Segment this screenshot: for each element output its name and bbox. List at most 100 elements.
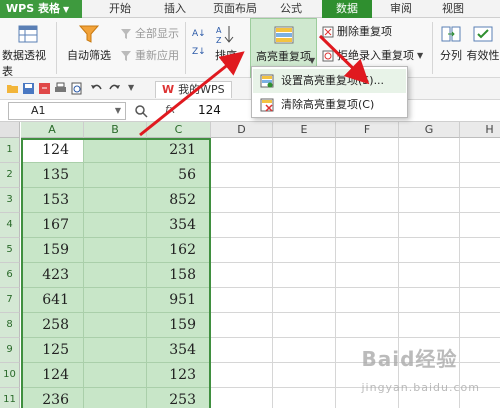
menu-item-clear-highlight[interactable]: 清除高亮重复项(C) xyxy=(253,93,406,117)
cell-d6[interactable] xyxy=(211,263,273,288)
column-header-a[interactable]: A xyxy=(21,122,84,138)
row-header-4[interactable]: 4 xyxy=(0,213,20,238)
cell-c2[interactable]: 56 xyxy=(147,163,211,188)
cell-f7[interactable] xyxy=(336,288,399,313)
folder-icon[interactable] xyxy=(6,82,19,95)
tab-review[interactable]: 审阅 xyxy=(380,0,422,18)
row-header-5[interactable]: 5 xyxy=(0,238,20,263)
app-menu-button[interactable]: WPS 表格 ▼ xyxy=(0,0,82,18)
cell-b9[interactable] xyxy=(84,338,147,363)
cell-c8[interactable]: 159 xyxy=(147,313,211,338)
cell-a10[interactable]: 124 xyxy=(21,363,84,388)
column-header-h[interactable]: H xyxy=(460,122,500,138)
cell-f6[interactable] xyxy=(336,263,399,288)
show-all-button[interactable]: 全部显示 xyxy=(120,26,179,42)
cell-e9[interactable] xyxy=(273,338,336,363)
cell-b2[interactable] xyxy=(84,163,147,188)
tab-data[interactable]: 数据 xyxy=(322,0,372,18)
cell-a9[interactable]: 125 xyxy=(21,338,84,363)
cell-f3[interactable] xyxy=(336,188,399,213)
cell-d10[interactable] xyxy=(211,363,273,388)
row-header-11[interactable]: 11 xyxy=(0,388,20,408)
cell-d11[interactable] xyxy=(211,388,273,408)
cell-c3[interactable]: 852 xyxy=(147,188,211,213)
column-header-b[interactable]: B xyxy=(84,122,147,138)
undo-icon[interactable] xyxy=(90,82,103,95)
cell-a11[interactable]: 236 xyxy=(21,388,84,408)
auto-filter-button[interactable]: 自动筛选 xyxy=(66,24,112,63)
reapply-button[interactable]: 重新应用 xyxy=(120,48,179,64)
formula-input[interactable]: 124 xyxy=(198,103,221,117)
cell-g1[interactable] xyxy=(399,138,460,163)
cell-f4[interactable] xyxy=(336,213,399,238)
row-header-2[interactable]: 2 xyxy=(0,163,20,188)
cell-a6[interactable]: 423 xyxy=(21,263,84,288)
select-all-corner[interactable] xyxy=(0,122,20,138)
cell-b7[interactable] xyxy=(84,288,147,313)
cell-a4[interactable]: 167 xyxy=(21,213,84,238)
cell-c5[interactable]: 162 xyxy=(147,238,211,263)
cell-a2[interactable]: 135 xyxy=(21,163,84,188)
cell-d2[interactable] xyxy=(211,163,273,188)
tab-insert[interactable]: 插入 xyxy=(155,0,195,18)
cell-d9[interactable] xyxy=(211,338,273,363)
cell-b10[interactable] xyxy=(84,363,147,388)
validity-button[interactable]: 有效性 xyxy=(466,24,500,63)
print-icon[interactable] xyxy=(54,82,67,95)
cell-d7[interactable] xyxy=(211,288,273,313)
cell-b4[interactable] xyxy=(84,213,147,238)
cell-f8[interactable] xyxy=(336,313,399,338)
document-tab[interactable]: W 我的WPS xyxy=(155,81,232,98)
sort-descending-button[interactable]: Z↓ xyxy=(192,42,207,58)
cell-a3[interactable]: 153 xyxy=(21,188,84,213)
cell-f2[interactable] xyxy=(336,163,399,188)
print-preview-icon[interactable] xyxy=(70,82,83,95)
column-header-e[interactable]: E xyxy=(273,122,336,138)
chevron-down-icon[interactable]: ▼ xyxy=(128,83,134,92)
cell-e1[interactable] xyxy=(273,138,336,163)
cell-g2[interactable] xyxy=(399,163,460,188)
cell-a8[interactable]: 258 xyxy=(21,313,84,338)
row-header-9[interactable]: 9 xyxy=(0,338,20,363)
cell-h8[interactable] xyxy=(460,313,500,338)
cell-d1[interactable] xyxy=(211,138,273,163)
cell-h7[interactable] xyxy=(460,288,500,313)
reject-duplicates-button[interactable]: 拒绝录入重复项 ▼ xyxy=(322,48,423,64)
row-header-10[interactable]: 10 xyxy=(0,363,20,388)
cell-b11[interactable] xyxy=(84,388,147,408)
cell-h3[interactable] xyxy=(460,188,500,213)
cell-e3[interactable] xyxy=(273,188,336,213)
menu-item-set-highlight[interactable]: 设置高亮重复项(S)... xyxy=(253,69,406,93)
cell-d8[interactable] xyxy=(211,313,273,338)
cell-e6[interactable] xyxy=(273,263,336,288)
cell-g6[interactable] xyxy=(399,263,460,288)
cell-a5[interactable]: 159 xyxy=(21,238,84,263)
cell-g3[interactable] xyxy=(399,188,460,213)
row-header-8[interactable]: 8 xyxy=(0,313,20,338)
cell-c9[interactable]: 354 xyxy=(147,338,211,363)
cell-e11[interactable] xyxy=(273,388,336,408)
cell-a7[interactable]: 641 xyxy=(21,288,84,313)
cell-g4[interactable] xyxy=(399,213,460,238)
redo-icon[interactable] xyxy=(108,82,121,95)
tab-view[interactable]: 视图 xyxy=(432,0,474,18)
cell-e8[interactable] xyxy=(273,313,336,338)
cell-g7[interactable] xyxy=(399,288,460,313)
column-header-c[interactable]: C xyxy=(147,122,211,138)
sort-ascending-button[interactable]: A↓ xyxy=(192,24,207,40)
cell-c4[interactable]: 354 xyxy=(147,213,211,238)
row-header-3[interactable]: 3 xyxy=(0,188,20,213)
tab-start[interactable]: 开始 xyxy=(100,0,140,18)
row-header-1[interactable]: 1 xyxy=(0,138,20,163)
cell-e7[interactable] xyxy=(273,288,336,313)
column-header-g[interactable]: G xyxy=(399,122,460,138)
cell-f1[interactable] xyxy=(336,138,399,163)
zoom-icon[interactable] xyxy=(134,104,148,118)
cell-e10[interactable] xyxy=(273,363,336,388)
cell-c6[interactable]: 158 xyxy=(147,263,211,288)
column-header-f[interactable]: F xyxy=(336,122,399,138)
split-column-button[interactable]: 分列 xyxy=(436,24,466,63)
cell-d3[interactable] xyxy=(211,188,273,213)
cell-a1[interactable]: 124 xyxy=(21,138,84,163)
cell-g8[interactable] xyxy=(399,313,460,338)
